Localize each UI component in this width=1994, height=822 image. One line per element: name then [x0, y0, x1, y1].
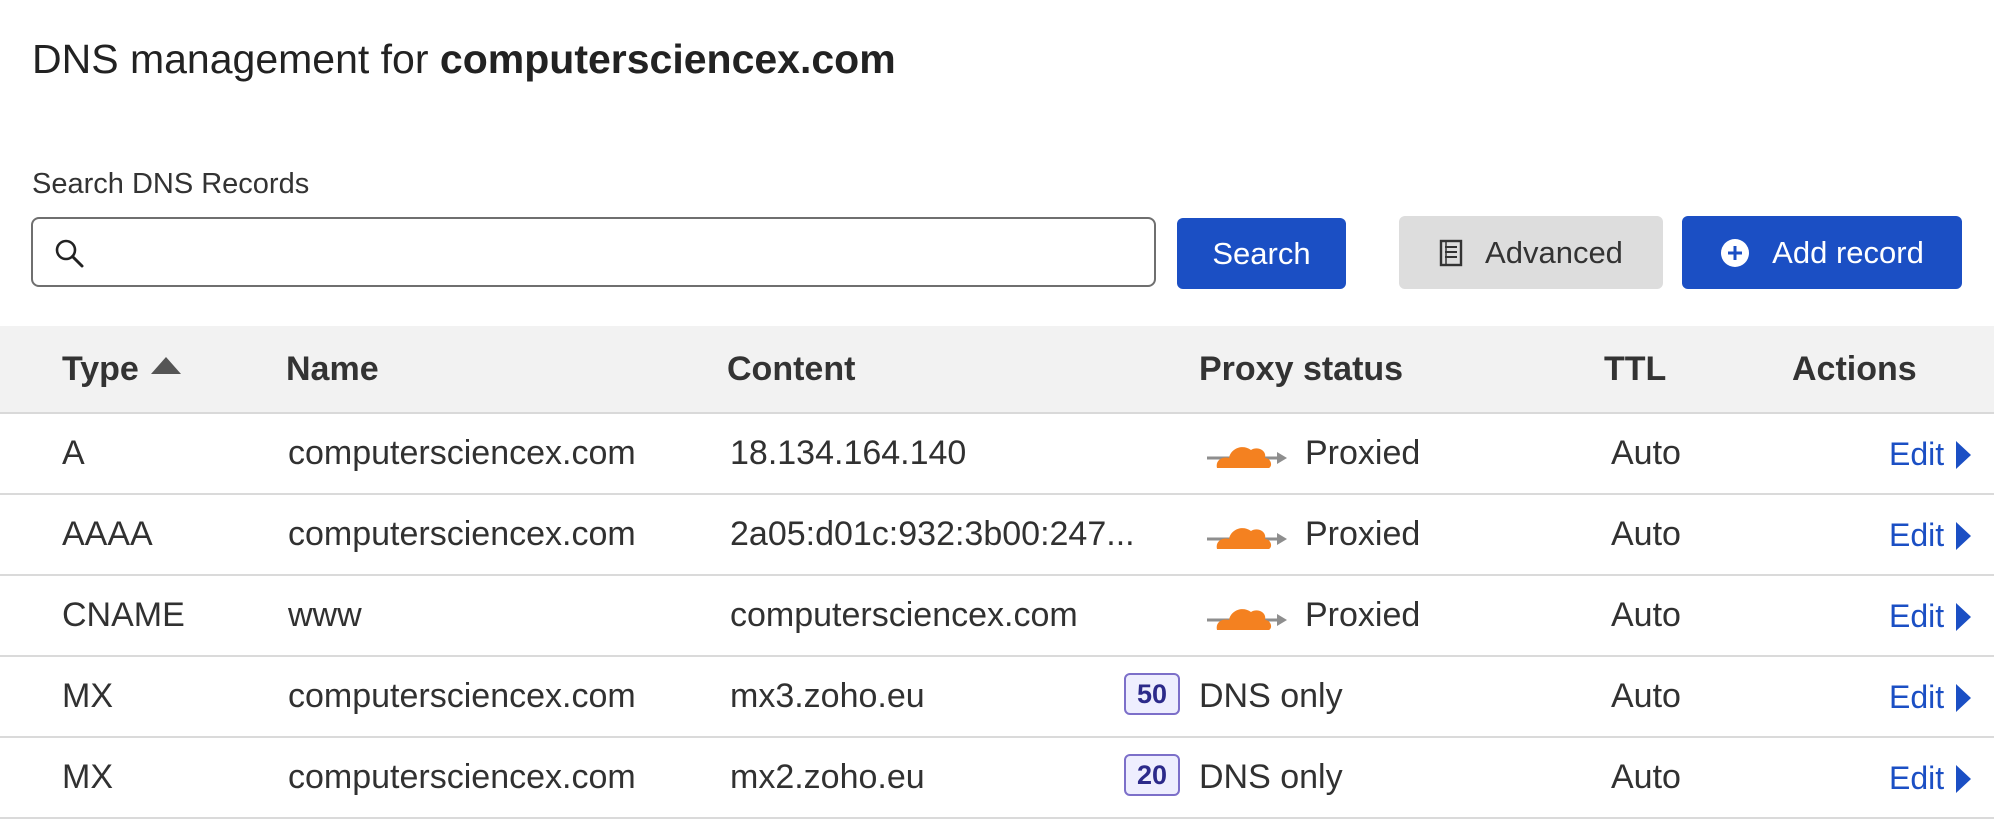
- column-header-type-label: Type: [62, 350, 139, 388]
- advanced-button[interactable]: Advanced: [1399, 216, 1663, 289]
- record-content: 18.134.164.140: [730, 434, 967, 472]
- mx-priority-badge: 20: [1124, 754, 1180, 796]
- page-title-domain: computersciencex.com: [439, 36, 896, 82]
- table-row: MX computersciencex.com mx3.zoho.eu 50 DNS o…: [0, 657, 1994, 738]
- record-name: www: [288, 596, 362, 634]
- proxy-status: Proxied: [1305, 596, 1421, 634]
- edit-label: Edit: [1889, 679, 1945, 715]
- proxy-status: Proxied: [1305, 434, 1421, 472]
- add-record-button[interactable]: Add record: [1682, 216, 1962, 289]
- proxy-status: Proxied: [1305, 515, 1421, 553]
- edit-button[interactable]: Edit: [1889, 598, 1972, 635]
- search-icon: [53, 237, 87, 271]
- record-name: computersciencex.com: [288, 515, 636, 553]
- search-label: Search DNS Records: [32, 168, 310, 200]
- column-header-content[interactable]: Content: [727, 350, 855, 389]
- record-ttl: Auto: [1611, 434, 1681, 472]
- record-type: CNAME: [62, 596, 185, 634]
- edit-label: Edit: [1889, 517, 1945, 553]
- record-type: MX: [62, 758, 113, 796]
- orange-cloud-icon[interactable]: [1205, 436, 1287, 472]
- caret-right-icon: [1956, 522, 1972, 550]
- mx-priority-badge: 50: [1124, 673, 1180, 715]
- search-button-label: Search: [1212, 235, 1311, 271]
- sort-ascending-icon: [150, 357, 181, 374]
- table-header: Type Name Content Proxy status TTL Actio…: [0, 326, 1994, 414]
- plus-circle-icon: [1720, 238, 1750, 268]
- table-row: Acomputersciencex.com 18.134.164.140 Proxi…: [0, 414, 1994, 495]
- search-button[interactable]: Search: [1177, 218, 1346, 289]
- edit-button[interactable]: Edit: [1889, 436, 1972, 473]
- record-content: 2a05:d01c:932:3b00:247...: [730, 515, 1135, 553]
- edit-label: Edit: [1889, 436, 1945, 472]
- caret-right-icon: [1956, 603, 1972, 631]
- record-ttl: Auto: [1611, 596, 1681, 634]
- record-ttl: Auto: [1611, 677, 1681, 715]
- page-title: DNS management for computersciencex.com: [32, 36, 896, 83]
- record-name: computersciencex.com: [288, 677, 636, 715]
- proxy-status: DNS only: [1199, 677, 1343, 715]
- record-content: mx2.zoho.eu: [730, 758, 925, 796]
- column-header-name[interactable]: Name: [286, 350, 379, 389]
- caret-right-icon: [1956, 684, 1972, 712]
- record-ttl: Auto: [1611, 758, 1681, 796]
- page-title-prefix: DNS management for: [32, 36, 429, 82]
- advanced-button-label: Advanced: [1485, 234, 1623, 270]
- record-type: AAAA: [62, 515, 153, 553]
- record-name: computersciencex.com: [288, 434, 636, 472]
- orange-cloud-icon[interactable]: [1205, 598, 1287, 634]
- column-header-actions: Actions: [1792, 350, 1917, 388]
- search-input[interactable]: [103, 227, 1137, 279]
- edit-button[interactable]: Edit: [1889, 517, 1972, 554]
- edit-button[interactable]: Edit: [1889, 760, 1972, 797]
- record-ttl: Auto: [1611, 515, 1681, 553]
- column-header-type[interactable]: Type: [62, 350, 181, 389]
- table-row: CNAME www computersciencex.com Proxied Auto E…: [0, 576, 1994, 657]
- record-type: MX: [62, 677, 113, 715]
- caret-right-icon: [1956, 441, 1972, 469]
- edit-button[interactable]: Edit: [1889, 679, 1972, 716]
- document-icon: [1439, 239, 1463, 267]
- record-name: computersciencex.com: [288, 758, 636, 796]
- orange-cloud-icon[interactable]: [1205, 517, 1287, 553]
- record-type: A: [62, 434, 85, 472]
- table-row: MX computersciencex.com mx2.zoho.eu 20 DNS o…: [0, 738, 1994, 819]
- table-row: AAAA computersciencex.com 2a05:d01c:932:3b…: [0, 495, 1994, 576]
- add-record-button-label: Add record: [1772, 234, 1924, 270]
- edit-label: Edit: [1889, 598, 1945, 634]
- column-header-ttl[interactable]: TTL: [1604, 350, 1666, 389]
- search-field[interactable]: [31, 217, 1156, 287]
- column-header-proxy-status[interactable]: Proxy status: [1199, 350, 1403, 389]
- caret-right-icon: [1956, 765, 1972, 793]
- edit-label: Edit: [1889, 760, 1945, 796]
- record-content: computersciencex.com: [730, 596, 1078, 634]
- proxy-status: DNS only: [1199, 758, 1343, 796]
- record-content: mx3.zoho.eu: [730, 677, 925, 715]
